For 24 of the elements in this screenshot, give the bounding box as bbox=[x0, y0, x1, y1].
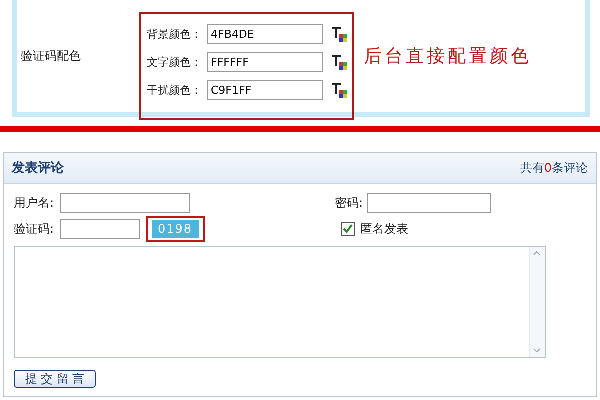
submit-button[interactable]: 提 交 留 言 bbox=[14, 370, 96, 388]
scrollbar[interactable] bbox=[529, 247, 545, 357]
username-input[interactable] bbox=[60, 193, 190, 213]
annotation-text: 后台直接配置颜色 bbox=[364, 45, 532, 68]
text-color-icon[interactable] bbox=[331, 54, 347, 70]
comment-count: 共有0条评论 bbox=[520, 160, 588, 176]
captcha-label: 验证码: bbox=[14, 220, 56, 238]
text-color-icon[interactable] bbox=[331, 82, 347, 98]
color-input[interactable]: 4FB4DE bbox=[207, 24, 323, 44]
anonymous-checkbox[interactable] bbox=[340, 222, 355, 236]
text-color-icon[interactable] bbox=[331, 26, 347, 42]
captcha-input[interactable] bbox=[60, 219, 140, 239]
color-label: 干扰颜色： bbox=[147, 82, 203, 98]
comment-textarea[interactable] bbox=[14, 246, 546, 358]
setting-label: 验证码配色 bbox=[21, 48, 81, 65]
anonymous-label: 匿名发表 bbox=[360, 220, 409, 238]
panel-title: 发表评论 bbox=[12, 160, 64, 177]
color-label: 背景颜色： bbox=[147, 26, 203, 42]
password-label: 密码: bbox=[335, 194, 364, 212]
color-input[interactable]: FFFFFF bbox=[207, 52, 323, 72]
color-label: 文字颜色： bbox=[147, 54, 203, 70]
password-input[interactable] bbox=[367, 193, 491, 213]
color-input[interactable]: C9F1FF bbox=[207, 80, 323, 100]
username-label: 用户名: bbox=[14, 194, 56, 212]
